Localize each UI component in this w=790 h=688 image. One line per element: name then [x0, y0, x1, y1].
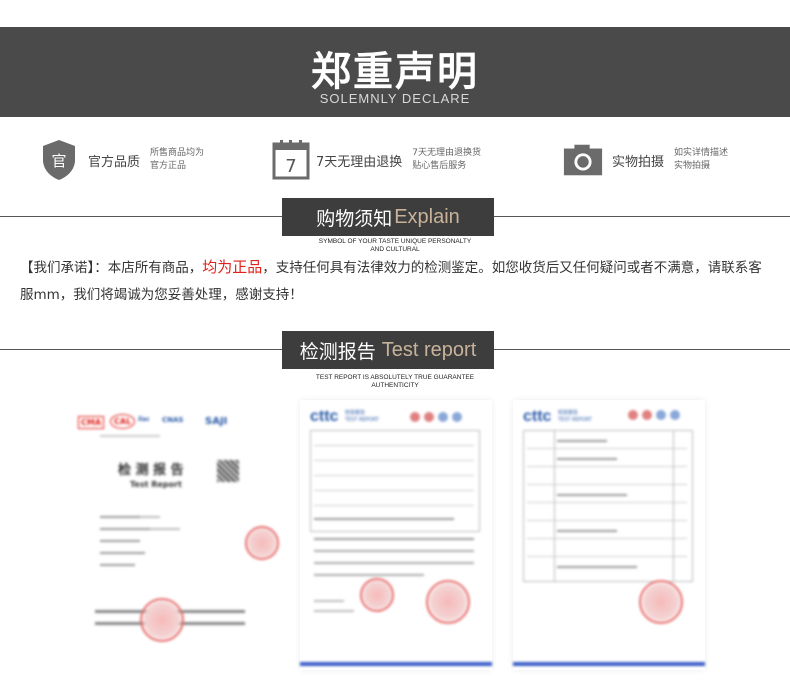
- test-report-image-2: cttc 检验报告 TEST REPORT: [300, 400, 492, 670]
- feature-desc: 所售商品均为 官方正品: [150, 148, 205, 171]
- banner-title: 郑重声明: [311, 49, 479, 95]
- doc-subtitle: Test Report: [130, 480, 182, 489]
- cttc-logo: cttc: [523, 408, 552, 425]
- shield-icon: 官: [38, 138, 80, 182]
- calendar-icon: 7: [270, 138, 312, 182]
- section-title-test-report: 检测报告 Test report: [282, 331, 494, 369]
- feature-desc: 如实详情描述 实物拍摄: [674, 148, 729, 171]
- cal-logo: CAL: [110, 414, 136, 429]
- ilac-logo: ilac: [138, 416, 150, 423]
- header-banner: 郑重声明 SOLEMNLY DECLARE: [0, 27, 790, 117]
- feature-official-quality: 官 官方品质 所售商品均为 官方正品: [38, 137, 204, 183]
- saji-logo: SAJI: [205, 416, 228, 427]
- feature-label: 实物拍摄: [612, 154, 665, 170]
- camera-icon: [562, 138, 604, 182]
- test-report-image-1: CMA CAL ilac CNAS SAJI 检 测 报 告 Test Repo…: [70, 398, 279, 660]
- svg-text:官: 官: [51, 152, 66, 170]
- section-title-explain: 购物须知 Explain: [282, 198, 494, 236]
- doc-title: 检 测 报 告: [118, 463, 184, 478]
- feature-7day-return: 7 7天无理由退换 7天无理由退换货 贴心售后服务: [270, 137, 481, 183]
- qr-code-icon: [217, 460, 239, 482]
- notice-text: 【我们承诺】：本店所有商品，均为正品，支持任何具有法律效力的检测鉴定。如您收货后…: [20, 258, 762, 303]
- section-title-cn: 购物须知: [316, 207, 393, 230]
- notice-highlight: 均为正品: [202, 258, 263, 276]
- feature-real-photo: 实物拍摄 如实详情描述 实物拍摄: [562, 137, 728, 183]
- section-title-cn: 检测报告: [299, 340, 376, 363]
- feature-desc: 7天无理由退换货 贴心售后服务: [412, 148, 482, 171]
- cttc-logo: cttc: [310, 408, 339, 425]
- section-subtitle: SYMBOL OF YOUR TASTE UNIQUE PERSONALTY AN…: [318, 238, 472, 253]
- section-title-en: Explain: [394, 205, 460, 228]
- section-subtitle: TEST REPORT IS ABSOLUTELY TRUE GUARANTEE…: [315, 374, 475, 389]
- cma-logo: CMA: [78, 416, 105, 429]
- feature-label: 官方品质: [88, 154, 141, 170]
- section-title-en: Test report: [381, 338, 477, 361]
- svg-text:7: 7: [285, 156, 296, 177]
- banner-subtitle: SOLEMNLY DECLARE: [319, 91, 471, 106]
- feature-label: 7天无理由退换: [316, 154, 403, 170]
- test-report-image-3: cttc 检验报告 TEST REPORT: [513, 400, 705, 670]
- cnas-logo: CNAS: [162, 416, 184, 424]
